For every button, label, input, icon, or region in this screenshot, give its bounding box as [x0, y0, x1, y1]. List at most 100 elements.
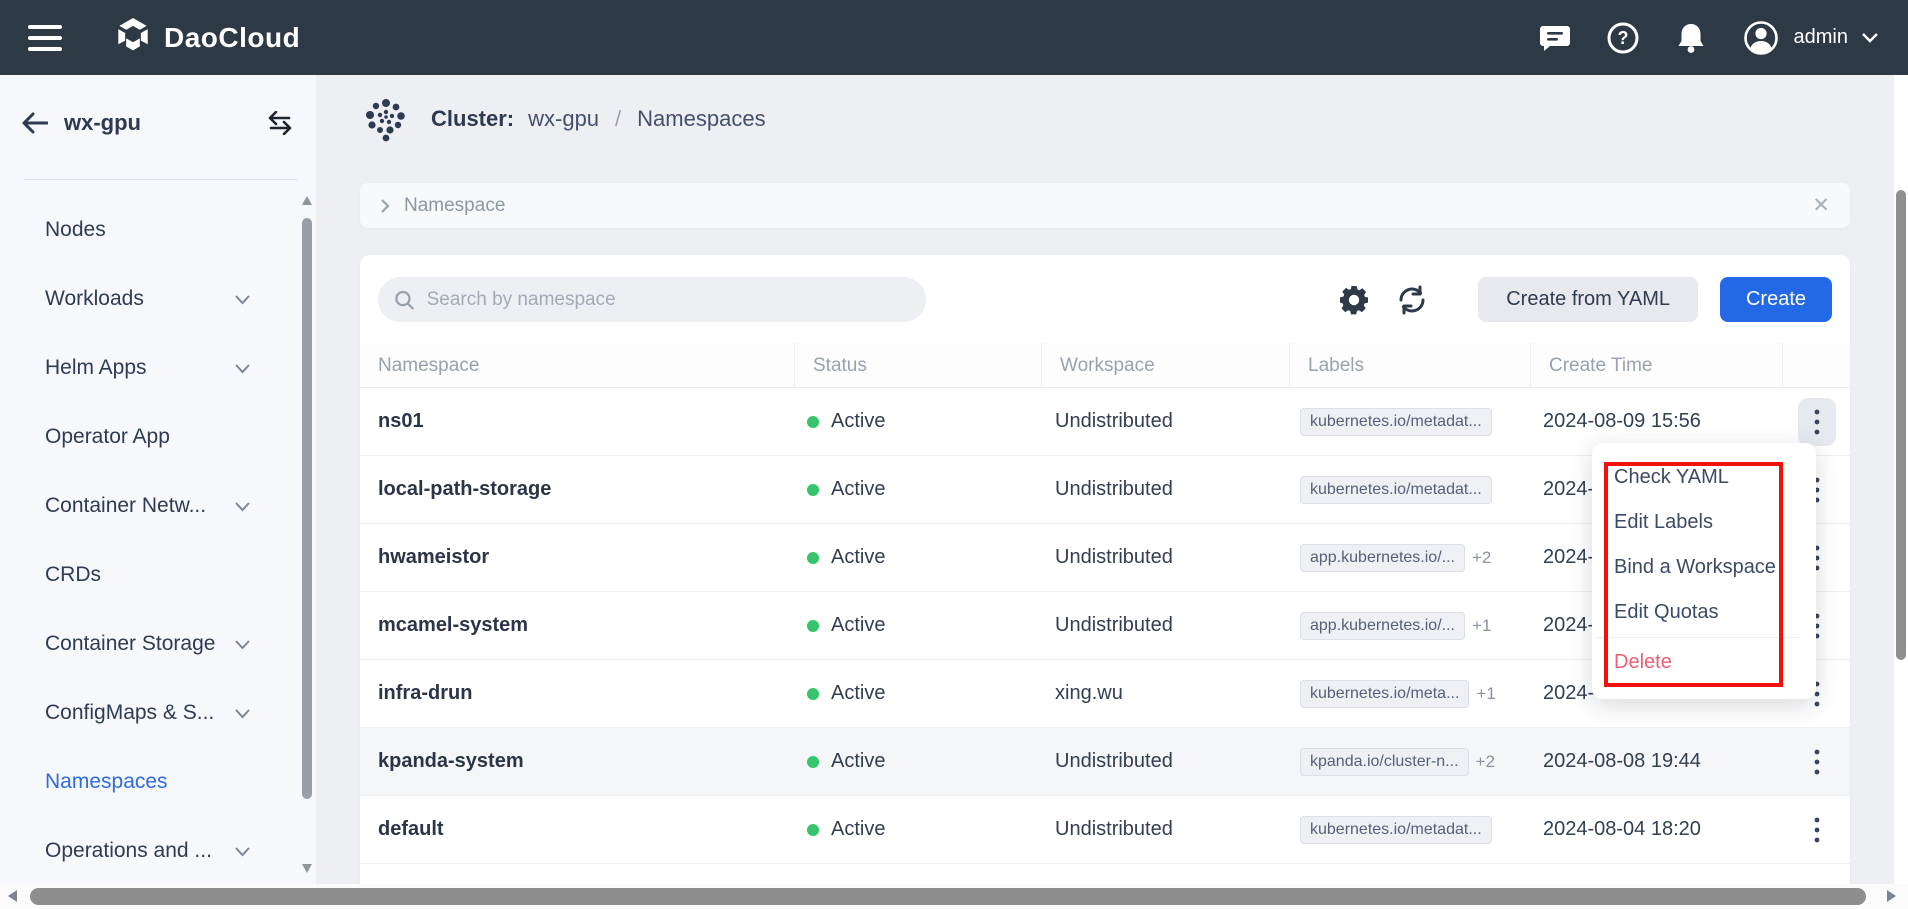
row-actions-menu: Check YAML Edit Labels Bind a Workspace …	[1592, 443, 1816, 699]
menu-item-check-yaml[interactable]: Check YAML	[1592, 455, 1816, 500]
namespace-name[interactable]: local-path-storage	[360, 478, 795, 501]
column-header-workspace: Workspace	[1042, 343, 1290, 388]
namespace-name[interactable]: hwameistor	[360, 546, 795, 569]
refresh-icon[interactable]	[1394, 282, 1430, 318]
app-window: DaoCloud ? admin	[0, 0, 1908, 909]
menu-item-delete[interactable]: Delete	[1592, 640, 1816, 685]
sidebar-item-container-storage[interactable]: Container Storage	[0, 619, 302, 669]
workspace-cell: Undistributed	[1042, 546, 1290, 569]
back-arrow-icon[interactable]	[22, 112, 48, 134]
filter-label: Namespace	[404, 195, 505, 217]
scrollbar-thumb[interactable]	[1896, 190, 1906, 660]
status-text: Active	[831, 682, 885, 705]
chevron-down-icon	[235, 494, 250, 518]
scroll-up-arrow-icon[interactable]	[302, 196, 312, 205]
switch-cluster-icon[interactable]	[266, 111, 294, 135]
search-box[interactable]	[378, 277, 926, 322]
namespace-filter-bar[interactable]: Namespace ✕	[360, 183, 1850, 228]
search-input[interactable]	[427, 289, 910, 311]
scroll-down-arrow-icon[interactable]	[302, 864, 312, 873]
brand-name: DaoCloud	[164, 22, 300, 54]
column-header-create-time: Create Time	[1531, 343, 1783, 388]
scroll-left-arrow-icon[interactable]	[8, 890, 17, 902]
label-chip[interactable]: kpanda.io/cluster-n...	[1300, 748, 1469, 776]
brand[interactable]: DaoCloud	[114, 17, 300, 59]
create-from-yaml-button[interactable]: Create from YAML	[1478, 277, 1698, 322]
column-header-namespace: Namespace	[360, 343, 795, 388]
label-chip[interactable]: kubernetes.io/metadat...	[1300, 408, 1492, 436]
create-time-cell: 2024-08-04 18:20	[1531, 818, 1783, 841]
sidebar-item-helm-apps[interactable]: Helm Apps	[0, 343, 302, 393]
label-more-count: +2	[1472, 548, 1491, 568]
workspace-cell: Undistributed	[1042, 818, 1290, 841]
label-chip[interactable]: kubernetes.io/meta...	[1300, 680, 1469, 708]
sidebar-item-nodes[interactable]: Nodes	[0, 205, 302, 255]
menu-item-bind-workspace[interactable]: Bind a Workspace	[1592, 545, 1816, 590]
daocloud-logo-icon	[114, 17, 152, 59]
menu-item-edit-quotas[interactable]: Edit Quotas	[1592, 590, 1816, 635]
label-more-count: +1	[1472, 616, 1491, 636]
label-chip[interactable]: kubernetes.io/metadat...	[1300, 816, 1492, 844]
label-chip[interactable]: kubernetes.io/metadat...	[1300, 476, 1492, 504]
cluster-name: wx-gpu	[64, 110, 141, 136]
scrollbar-thumb[interactable]	[30, 888, 1866, 905]
chevron-down-icon	[235, 632, 250, 656]
sidebar: wx-gpu Nodes Workloads Helm Apps Operato…	[0, 75, 316, 909]
sidebar-item-container-network[interactable]: Container Netw...	[0, 481, 302, 531]
sidebar-item-operator-app[interactable]: Operator App	[0, 412, 302, 462]
namespace-name[interactable]: kpanda-system	[360, 750, 795, 773]
status-dot	[807, 824, 819, 836]
table-row[interactable]: default Active Undistributed kubernetes.…	[360, 796, 1850, 864]
chevron-right-icon[interactable]	[380, 198, 390, 214]
menu-item-edit-labels[interactable]: Edit Labels	[1592, 500, 1816, 545]
sidebar-item-configmaps-secrets[interactable]: ConfigMaps & S...	[0, 688, 302, 738]
scrollbar-thumb[interactable]	[302, 218, 312, 799]
sidebar-item-operations[interactable]: Operations and ...	[0, 826, 302, 876]
workspace-cell: Undistributed	[1042, 614, 1290, 637]
sidebar-item-workloads[interactable]: Workloads	[0, 274, 302, 324]
vertical-scrollbar[interactable]	[1894, 75, 1908, 884]
label-chip[interactable]: app.kubernetes.io/...	[1300, 612, 1465, 640]
status-text: Active	[831, 410, 885, 433]
namespace-name[interactable]: mcamel-system	[360, 614, 795, 637]
breadcrumb-cluster[interactable]: wx-gpu	[528, 106, 599, 132]
username: admin	[1794, 26, 1848, 49]
create-time-cell: 2024-08-08 19:44	[1531, 750, 1783, 773]
status-text: Active	[831, 546, 885, 569]
table-toolbar: Create from YAML Create	[360, 255, 1850, 322]
status-text: Active	[831, 478, 885, 501]
cluster-icon	[365, 96, 407, 142]
settings-gear-icon[interactable]	[1336, 282, 1372, 318]
label-chip[interactable]: app.kubernetes.io/...	[1300, 544, 1465, 572]
row-actions-kebab-button[interactable]	[1798, 398, 1836, 446]
column-header-actions	[1783, 343, 1850, 388]
sidebar-item-crds[interactable]: CRDs	[0, 550, 302, 600]
svg-text:?: ?	[1617, 28, 1628, 48]
chat-icon[interactable]	[1538, 21, 1572, 55]
user-menu[interactable]: admin	[1742, 19, 1878, 57]
label-more-count: +2	[1476, 752, 1495, 772]
chevron-down-icon	[235, 356, 250, 380]
row-actions-kebab-button[interactable]	[1798, 738, 1836, 786]
workspace-cell: Undistributed	[1042, 750, 1290, 773]
help-icon[interactable]: ?	[1606, 21, 1640, 55]
namespace-name[interactable]: default	[360, 818, 795, 841]
namespace-name[interactable]: ns01	[360, 410, 795, 433]
status-dot	[807, 756, 819, 768]
horizontal-scrollbar[interactable]	[0, 884, 1908, 909]
column-header-labels: Labels	[1290, 343, 1531, 388]
breadcrumb-current: Namespaces	[637, 106, 765, 132]
notifications-bell-icon[interactable]	[1674, 21, 1708, 55]
create-button[interactable]: Create	[1720, 277, 1832, 322]
search-icon	[394, 289, 415, 311]
workspace-cell: Undistributed	[1042, 478, 1290, 501]
breadcrumb-prefix: Cluster:	[431, 106, 514, 132]
menu-icon[interactable]	[28, 25, 62, 51]
sidebar-item-namespaces[interactable]: Namespaces	[0, 757, 302, 807]
sidebar-scrollbar[interactable]	[301, 196, 313, 879]
close-icon[interactable]: ✕	[1812, 195, 1830, 216]
namespace-name[interactable]: infra-drun	[360, 682, 795, 705]
table-row[interactable]: kpanda-system Active Undistributed kpand…	[360, 728, 1850, 796]
scroll-right-arrow-icon[interactable]	[1887, 890, 1896, 902]
row-actions-kebab-button[interactable]	[1798, 806, 1836, 854]
